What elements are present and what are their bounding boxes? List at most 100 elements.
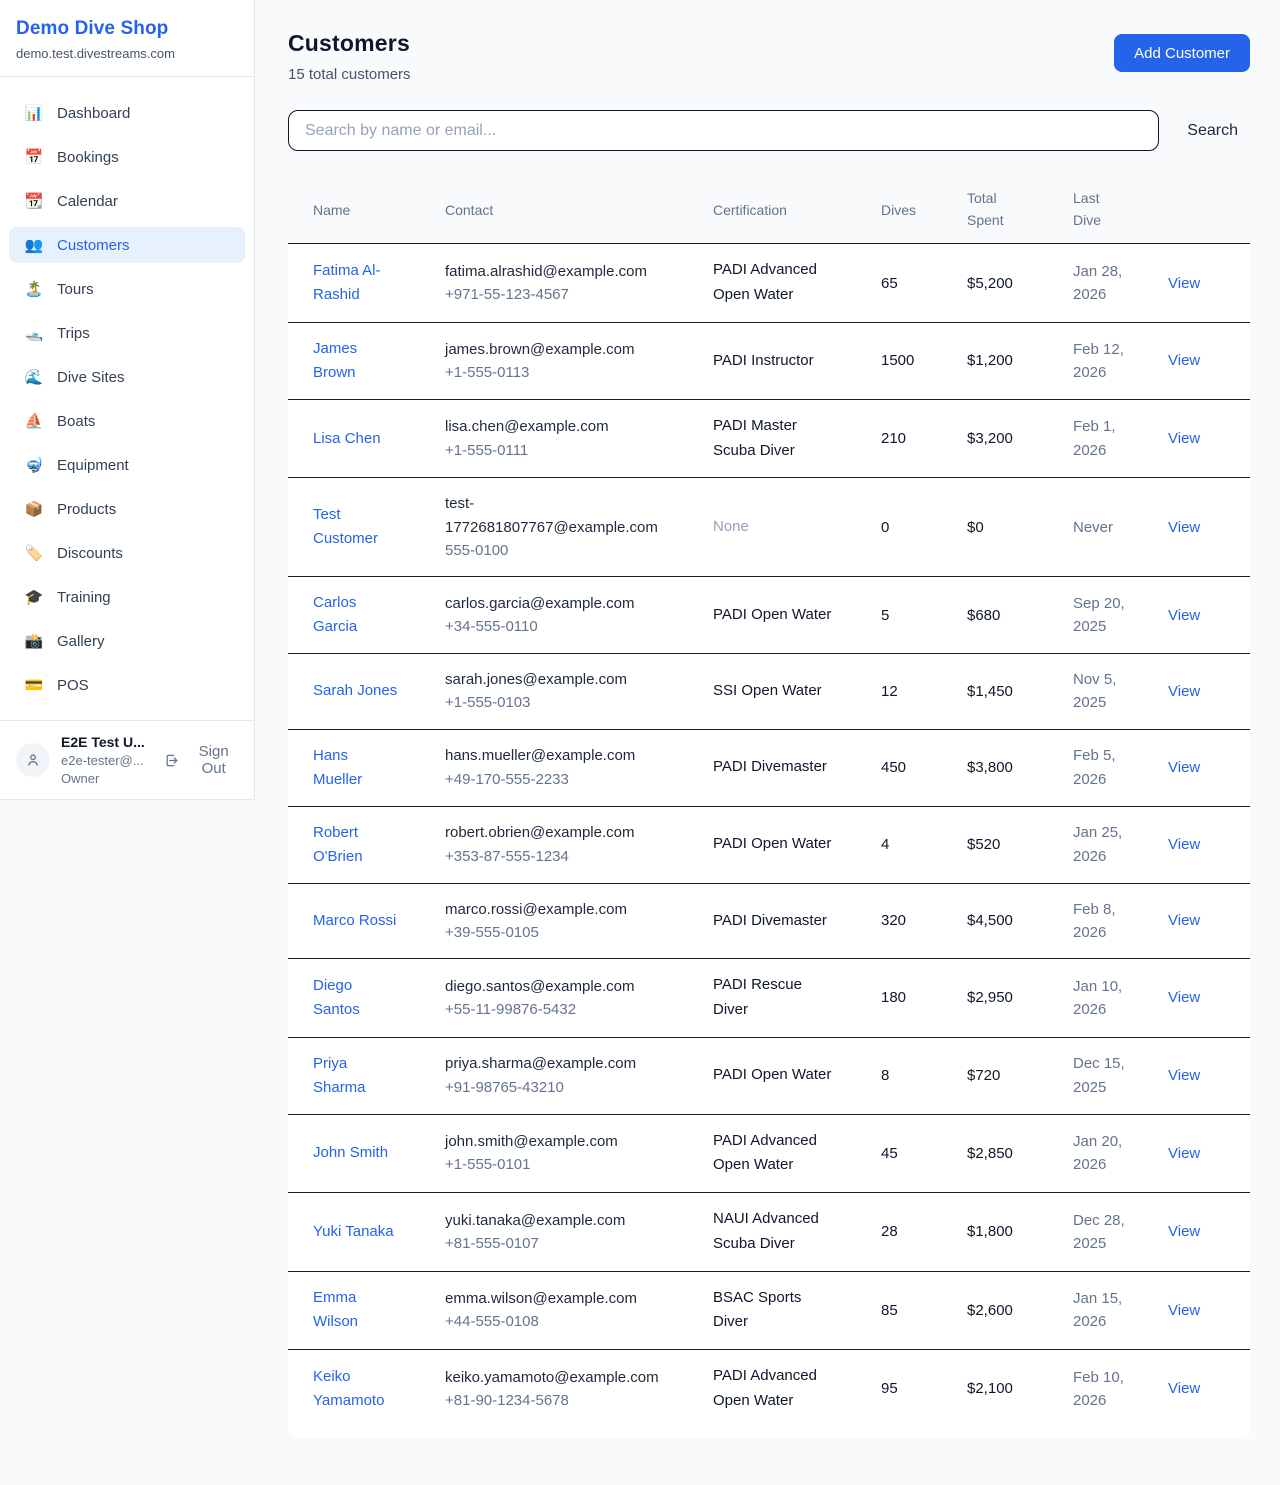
table-row: Lisa Chenlisa.chen@example.com+1-555-011… — [288, 399, 1250, 478]
sidebar-item-bookings[interactable]: 📅Bookings — [9, 139, 245, 175]
customers-table: Name Contact Certification Dives Total S… — [288, 176, 1250, 1438]
last-dive-date: Jan 20, 2026 — [1073, 1130, 1139, 1177]
sidebar-item-label: Products — [57, 501, 116, 518]
cell-dives: 12 — [869, 654, 955, 730]
customer-name-link[interactable]: Hans Mueller — [313, 744, 401, 792]
view-customer-link[interactable]: View — [1168, 430, 1200, 447]
customer-name-link[interactable]: Fatima Al-Rashid — [313, 259, 401, 307]
cell-last-dive: Jan 15, 2026 — [1061, 1271, 1156, 1350]
table-row: Fatima Al-Rashidfatima.alrashid@example.… — [288, 244, 1250, 323]
cell-dives: 85 — [869, 1271, 955, 1350]
sidebar-item-training[interactable]: 🎓Training — [9, 579, 245, 615]
customer-name-link[interactable]: Robert O'Brien — [313, 821, 401, 869]
cell-name: Marco Rossi — [288, 883, 433, 959]
sidebar-item-tours[interactable]: 🏝️Tours — [9, 271, 245, 307]
last-dive-date: Feb 1, 2026 — [1073, 415, 1139, 462]
people-icon: 👥 — [24, 238, 44, 253]
cell-total-spent: $0 — [955, 478, 1061, 577]
sidebar-item-boats[interactable]: ⛵Boats — [9, 403, 245, 439]
col-header-certification: Certification — [701, 176, 869, 244]
customer-name-link[interactable]: Lisa Chen — [313, 427, 381, 451]
sidebar-item-gallery[interactable]: 📸Gallery — [9, 623, 245, 659]
sidebar-header: Demo Dive Shop demo.test.divestreams.com — [0, 0, 254, 77]
customer-name-link[interactable]: Priya Sharma — [313, 1052, 401, 1100]
main-content: Customers 15 total customers Add Custome… — [255, 0, 1280, 1438]
sidebar-item-dive-sites[interactable]: 🌊Dive Sites — [9, 359, 245, 395]
view-customer-link[interactable]: View — [1168, 912, 1200, 929]
cell-actions: View — [1156, 1350, 1250, 1438]
customer-name-link[interactable]: John Smith — [313, 1141, 388, 1165]
user-avatar — [16, 743, 50, 777]
view-customer-link[interactable]: View — [1168, 519, 1200, 536]
sidebar-item-pos[interactable]: 💳POS — [9, 667, 245, 703]
view-customer-link[interactable]: View — [1168, 683, 1200, 700]
customer-name-link[interactable]: Yuki Tanaka — [313, 1220, 394, 1244]
sign-out-button[interactable]: Sign Out — [164, 743, 240, 777]
customer-name-link[interactable]: James Brown — [313, 337, 401, 385]
customer-name-link[interactable]: Test Customer — [313, 503, 401, 551]
search-input[interactable] — [288, 110, 1159, 151]
cell-name: Sarah Jones — [288, 654, 433, 730]
last-dive-date: Dec 28, 2025 — [1073, 1209, 1139, 1256]
view-customer-link[interactable]: View — [1168, 1380, 1200, 1397]
customer-phone: +971-55-123-4567 — [445, 283, 689, 306]
view-customer-link[interactable]: View — [1168, 836, 1200, 853]
credit-card-icon: 💳 — [24, 678, 44, 693]
cell-total-spent: $2,850 — [955, 1114, 1061, 1193]
customer-name-link[interactable]: Sarah Jones — [313, 679, 397, 703]
customer-email: lisa.chen@example.com — [445, 415, 663, 438]
cell-certification: BSAC Sports Diver — [701, 1271, 869, 1350]
cell-last-dive: Feb 8, 2026 — [1061, 883, 1156, 959]
customer-name-link[interactable]: Carlos Garcia — [313, 591, 401, 639]
view-customer-link[interactable]: View — [1168, 1302, 1200, 1319]
user-email: e2e-tester@... — [61, 753, 153, 768]
view-customer-link[interactable]: View — [1168, 275, 1200, 292]
cell-last-dive: Jan 25, 2026 — [1061, 806, 1156, 883]
bar-chart-icon: 📊 — [24, 106, 44, 121]
view-customer-link[interactable]: View — [1168, 1223, 1200, 1240]
cell-total-spent: $4,500 — [955, 883, 1061, 959]
cell-name: Priya Sharma — [288, 1037, 433, 1114]
cell-dives: 180 — [869, 959, 955, 1038]
page-header-text: Customers 15 total customers — [288, 30, 411, 83]
cell-actions: View — [1156, 1037, 1250, 1114]
view-customer-link[interactable]: View — [1168, 1067, 1200, 1084]
cell-total-spent: $2,100 — [955, 1350, 1061, 1438]
sidebar-item-trips[interactable]: 🛥️Trips — [9, 315, 245, 351]
cell-contact: emma.wilson@example.com+44-555-0108 — [433, 1271, 701, 1350]
cell-name: John Smith — [288, 1114, 433, 1193]
page-header: Customers 15 total customers Add Custome… — [288, 30, 1250, 83]
view-customer-link[interactable]: View — [1168, 759, 1200, 776]
cell-dives: 1500 — [869, 322, 955, 399]
sidebar-item-calendar[interactable]: 📆Calendar — [9, 183, 245, 219]
view-customer-link[interactable]: View — [1168, 1145, 1200, 1162]
customer-name-link[interactable]: Keiko Yamamoto — [313, 1365, 401, 1413]
sidebar-item-customers[interactable]: 👥Customers — [9, 227, 245, 263]
cell-actions: View — [1156, 1193, 1250, 1272]
customer-name-link[interactable]: Marco Rossi — [313, 909, 396, 933]
table-row: Test Customer test-1772681807767@example.… — [288, 478, 1250, 577]
last-dive-date: Feb 12, 2026 — [1073, 338, 1139, 385]
customer-phone: +49-170-555-2233 — [445, 768, 689, 791]
cell-contact: test-1772681807767@example.com555-0100 — [433, 478, 701, 577]
view-customer-link[interactable]: View — [1168, 989, 1200, 1006]
cell-dives: 4 — [869, 806, 955, 883]
sidebar-item-dashboard[interactable]: 📊Dashboard — [9, 95, 245, 131]
cell-total-spent: $680 — [955, 577, 1061, 654]
customer-name-link[interactable]: Diego Santos — [313, 974, 401, 1022]
col-header-last-dive: Last Dive — [1061, 176, 1156, 244]
search-button[interactable]: Search — [1175, 114, 1250, 148]
table-row: Keiko Yamamotokeiko.yamamoto@example.com… — [288, 1350, 1250, 1438]
customer-name-link[interactable]: Emma Wilson — [313, 1286, 401, 1334]
customer-email: priya.sharma@example.com — [445, 1052, 663, 1075]
add-customer-button[interactable]: Add Customer — [1114, 34, 1250, 72]
cell-certification: PADI Master Scuba Diver — [701, 399, 869, 478]
cell-certification: PADI Rescue Diver — [701, 959, 869, 1038]
sidebar-item-products[interactable]: 📦Products — [9, 491, 245, 527]
cell-dives: 95 — [869, 1350, 955, 1438]
view-customer-link[interactable]: View — [1168, 352, 1200, 369]
search-bar: Search — [288, 110, 1250, 151]
view-customer-link[interactable]: View — [1168, 607, 1200, 624]
sidebar-item-discounts[interactable]: 🏷️Discounts — [9, 535, 245, 571]
sidebar-item-equipment[interactable]: 🤿Equipment — [9, 447, 245, 483]
